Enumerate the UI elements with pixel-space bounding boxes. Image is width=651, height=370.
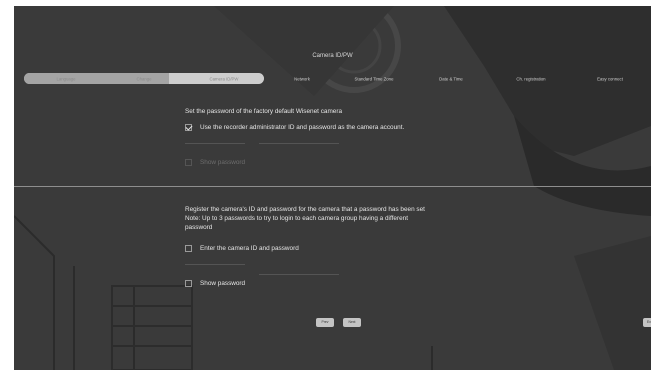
step-standard-time-zone: Standard Time Zone — [354, 76, 394, 82]
factory-show-password-option[interactable]: Show password — [185, 159, 245, 166]
section-divider — [14, 186, 651, 187]
factory-show-password-label: Show password — [200, 159, 246, 166]
step-ch-registration: Ch. registration — [516, 76, 546, 82]
step-network: Network — [294, 76, 310, 82]
next-button[interactable]: Next — [343, 318, 361, 327]
camera-password-field — [259, 274, 339, 275]
camera-id-field — [185, 264, 245, 265]
enter-camera-id-option[interactable]: Enter the camera ID and password — [185, 245, 299, 252]
register-line-3: password — [185, 224, 213, 231]
show-password-checkbox[interactable] — [185, 280, 192, 287]
factory-password-field — [259, 143, 339, 144]
factory-show-password-checkbox[interactable] — [185, 159, 192, 166]
factory-default-heading: Set the password of the factory default … — [185, 108, 343, 115]
use-recorder-account-option[interactable]: Use the recorder administrator ID and pa… — [185, 124, 404, 131]
page-title: Camera ID/PW — [312, 53, 353, 59]
show-password-label: Show password — [200, 280, 246, 287]
use-recorder-account-checkbox[interactable] — [185, 124, 192, 131]
prev-button[interactable]: Prev — [316, 318, 334, 327]
show-password-option[interactable]: Show password — [185, 280, 245, 287]
use-recorder-account-label: Use the recorder administrator ID and pa… — [200, 124, 405, 131]
background-illustration — [14, 6, 651, 370]
step-change: Change — [136, 76, 152, 82]
register-line-2: Note: Up to 3 passwords to try to login … — [185, 215, 408, 222]
exit-button[interactable]: Ex — [643, 318, 651, 327]
step-language: Language — [56, 76, 76, 82]
step-easy-connect: Easy connect — [597, 76, 623, 82]
enter-camera-id-checkbox[interactable] — [185, 245, 192, 252]
factory-id-field — [185, 143, 245, 144]
step-date-time: Date & Time — [439, 76, 463, 82]
setup-wizard-screen: Camera ID/PW Language Change Camera ID/P… — [14, 6, 651, 370]
register-description: Register the camera's ID and password fo… — [185, 205, 425, 232]
step-camera-id-pw: Camera ID/PW — [209, 76, 239, 82]
enter-camera-id-label: Enter the camera ID and password — [200, 245, 299, 252]
register-line-1: Register the camera's ID and password fo… — [185, 206, 425, 213]
